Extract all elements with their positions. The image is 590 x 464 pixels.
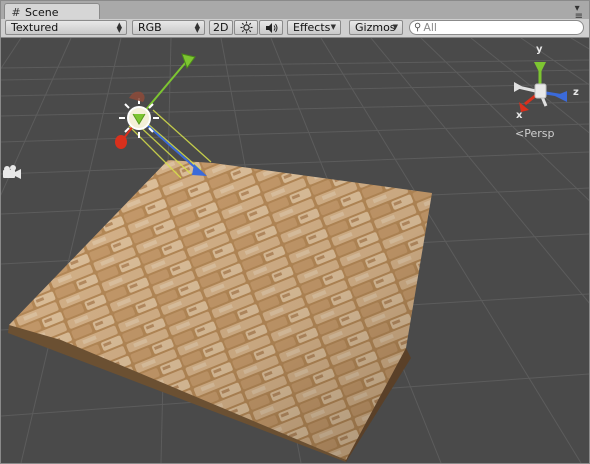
speaker-icon — [266, 22, 278, 33]
search-field[interactable]: ⚲ — [409, 20, 584, 35]
render-mode-dropdown[interactable]: Textured ▲ ▼ — [5, 20, 127, 35]
search-input[interactable] — [421, 21, 574, 34]
render-mode-value: Textured — [11, 21, 59, 34]
axis-x-label: x — [516, 110, 523, 121]
color-mode-dropdown[interactable]: RGB ▲ ▼ — [132, 20, 205, 35]
scene-window: # Scene ▾ ≡ Textured ▲ ▼ RGB ▲ ▼ 2D Effe… — [0, 0, 590, 464]
toggle-2d-button[interactable]: 2D — [209, 20, 233, 35]
light-gizmo — [115, 53, 212, 179]
chevron-down-icon: ▼ — [392, 23, 398, 31]
dropdown-arrows-icon: ▲ ▼ — [194, 21, 200, 34]
grid-icon: # — [11, 5, 21, 19]
dropdown-arrows-icon: ▲ ▼ — [116, 21, 122, 34]
search-icon: ⚲ — [414, 22, 422, 33]
projection-toggle[interactable]: <Persp — [515, 127, 554, 140]
gizmos-label: Gizmos — [355, 21, 396, 34]
toggle-2d-label: 2D — [213, 21, 229, 34]
sun-icon — [240, 21, 253, 34]
axis-y-label: y — [536, 44, 543, 55]
scene-toolbar: Textured ▲ ▼ RGB ▲ ▼ 2D Effects ▼ Gizmos… — [1, 19, 589, 38]
tab-label: Scene — [25, 5, 59, 19]
projection-label: Persp — [524, 127, 555, 140]
effects-dropdown[interactable]: Effects ▼ — [287, 20, 341, 35]
chevron-down-icon: ▼ — [330, 23, 336, 31]
scene-audio-button[interactable] — [259, 20, 283, 35]
brick-floor-plane — [8, 160, 432, 462]
tab-scene[interactable]: # Scene — [4, 3, 100, 20]
effects-label: Effects — [293, 21, 331, 34]
gizmos-dropdown[interactable]: Gizmos ▼ — [349, 20, 403, 35]
tab-strip: # Scene ▾ ≡ — [1, 1, 589, 22]
persp-arrow-icon: < — [515, 127, 525, 140]
scene-viewport[interactable]: y z x <Persp — [1, 38, 589, 463]
color-mode-value: RGB — [138, 21, 162, 34]
scene-canvas — [1, 38, 589, 463]
camera-icon — [3, 165, 21, 179]
scene-lighting-button[interactable] — [234, 20, 258, 35]
orientation-gizmo — [514, 62, 567, 112]
axis-z-label: z — [573, 87, 579, 98]
